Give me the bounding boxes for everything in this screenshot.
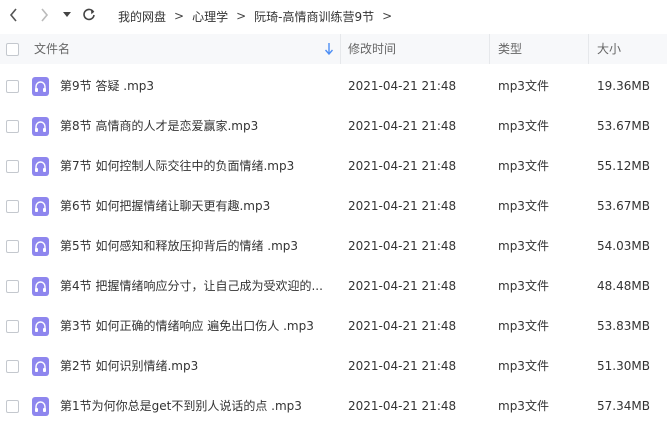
audio-headphones-icon — [32, 117, 49, 136]
file-size: 51.30MB — [597, 359, 650, 373]
breadcrumb-item-psychology[interactable]: 心理学 — [192, 8, 228, 25]
file-type: mp3文件 — [498, 239, 549, 253]
refresh-icon — [83, 8, 95, 21]
file-name[interactable]: 第3节 如何正确的情绪响应 遍免出口伤人 .mp3 — [60, 306, 330, 346]
file-name[interactable]: 第7节 如何控制人际交往中的负面情绪.mp3 — [60, 146, 330, 186]
back-button[interactable] — [4, 4, 24, 26]
breadcrumb-separator[interactable]: > — [382, 9, 392, 23]
refresh-button[interactable] — [79, 4, 99, 26]
file-row[interactable]: 第8节 高情商的人才是恋爱赢家.mp3 2021-04-21 21:48 mp3文件… — [0, 106, 667, 146]
file-modified-time: 2021-04-21 21:48 — [348, 159, 457, 173]
file-modified-time: 2021-04-21 21:48 — [348, 319, 457, 333]
file-name[interactable]: 第8节 高情商的人才是恋爱赢家.mp3 — [60, 106, 330, 146]
audio-headphones-icon — [32, 157, 49, 176]
row-checkbox[interactable] — [6, 360, 19, 373]
column-divider[interactable] — [340, 34, 341, 64]
column-header-name[interactable]: 文件名 — [34, 34, 70, 64]
file-row[interactable]: 第2节 如何识别情绪.mp3 2021-04-21 21:48 mp3文件 51.30… — [0, 346, 667, 386]
file-row[interactable]: 第7节 如何控制人际交往中的负面情绪.mp3 2021-04-21 21:48 mp… — [0, 146, 667, 186]
forward-button[interactable] — [34, 4, 54, 26]
file-modified-time: 2021-04-21 21:48 — [348, 239, 457, 253]
file-name[interactable]: 第5节 如何感知和释放压抑背后的情绪 .mp3 — [60, 226, 330, 266]
chevron-left-icon — [9, 8, 17, 22]
row-checkbox[interactable] — [6, 160, 19, 173]
file-row[interactable]: 第3节 如何正确的情绪响应 遍免出口伤人 .mp3 2021-04-21 21:4… — [0, 306, 667, 346]
file-size: 54.03MB — [597, 239, 650, 253]
row-checkbox[interactable] — [6, 120, 19, 133]
file-type: mp3文件 — [498, 119, 549, 133]
column-header-modified[interactable]: 修改时间 — [348, 34, 396, 64]
file-name[interactable]: 第2节 如何识别情绪.mp3 — [60, 346, 330, 386]
row-checkbox[interactable] — [6, 400, 19, 413]
file-size: 48.48MB — [597, 279, 650, 293]
audio-headphones-icon — [32, 277, 49, 296]
audio-headphones-icon — [32, 357, 49, 376]
file-modified-time: 2021-04-21 21:48 — [348, 359, 457, 373]
breadcrumb-item-current-folder[interactable]: 阮琦-高情商训练营9节 — [254, 8, 374, 25]
file-size: 19.36MB — [597, 79, 650, 93]
file-name[interactable]: 第1节为何你总是get不到别人说话的点 .mp3 — [60, 386, 330, 426]
column-divider[interactable] — [489, 34, 490, 64]
file-type: mp3文件 — [498, 359, 549, 373]
history-dropdown-button[interactable] — [60, 4, 74, 26]
file-row[interactable]: 第5节 如何感知和释放压抑背后的情绪 .mp3 2021-04-21 21:48 m… — [0, 226, 667, 266]
breadcrumb-separator: > — [174, 9, 185, 23]
file-type: mp3文件 — [498, 159, 549, 173]
audio-headphones-icon — [32, 397, 49, 416]
file-modified-time: 2021-04-21 21:48 — [348, 119, 457, 133]
file-size: 53.67MB — [597, 199, 650, 213]
caret-down-icon — [63, 12, 71, 17]
audio-headphones-icon — [32, 77, 49, 96]
file-row[interactable]: 第9节 答疑 .mp3 2021-04-21 21:48 mp3文件 19.36MB — [0, 66, 667, 106]
row-checkbox[interactable] — [6, 200, 19, 213]
select-all-checkbox[interactable] — [6, 43, 19, 56]
file-size: 53.67MB — [597, 119, 650, 133]
file-type: mp3文件 — [498, 279, 549, 293]
file-name[interactable]: 第9节 答疑 .mp3 — [60, 66, 330, 106]
file-type: mp3文件 — [498, 79, 549, 93]
file-modified-time: 2021-04-21 21:48 — [348, 279, 457, 293]
file-type: mp3文件 — [498, 319, 549, 333]
column-header-type[interactable]: 类型 — [498, 34, 522, 64]
file-name[interactable]: 第4节 把握情绪响应分寸，让自己成为受欢迎的... — [60, 266, 330, 306]
file-type: mp3文件 — [498, 399, 549, 413]
file-modified-time: 2021-04-21 21:48 — [348, 79, 457, 93]
chevron-right-icon — [41, 8, 49, 22]
breadcrumb: 我的网盘 > 心理学 > 阮琦-高情商训练营9节 > — [118, 0, 400, 32]
file-name[interactable]: 第6节 如何把握情绪让聊天更有趣.mp3 — [60, 186, 330, 226]
file-type: mp3文件 — [498, 199, 549, 213]
row-checkbox[interactable] — [6, 80, 19, 93]
breadcrumb-item-my-drive[interactable]: 我的网盘 — [118, 8, 166, 25]
audio-headphones-icon — [32, 197, 49, 216]
file-size: 53.83MB — [597, 319, 650, 333]
column-divider[interactable] — [588, 34, 589, 64]
file-list-header: 文件名 修改时间 类型 大小 — [0, 34, 667, 64]
navigation-bar: 我的网盘 > 心理学 > 阮琦-高情商训练营9节 > — [0, 0, 667, 32]
row-checkbox[interactable] — [6, 320, 19, 333]
column-header-size[interactable]: 大小 — [597, 34, 621, 64]
audio-headphones-icon — [32, 317, 49, 336]
row-checkbox[interactable] — [6, 240, 19, 253]
file-size: 55.12MB — [597, 159, 650, 173]
file-modified-time: 2021-04-21 21:48 — [348, 399, 457, 413]
file-row[interactable]: 第4节 把握情绪响应分寸，让自己成为受欢迎的... 2021-04-21 21:4… — [0, 266, 667, 306]
file-row[interactable]: 第1节为何你总是get不到别人说话的点 .mp3 2021-04-21 21:48… — [0, 386, 667, 426]
file-modified-time: 2021-04-21 21:48 — [348, 199, 457, 213]
sort-down-arrow-icon[interactable] — [325, 43, 333, 55]
file-row[interactable]: 第6节 如何把握情绪让聊天更有趣.mp3 2021-04-21 21:48 mp3文… — [0, 186, 667, 226]
row-checkbox[interactable] — [6, 280, 19, 293]
audio-headphones-icon — [32, 237, 49, 256]
breadcrumb-separator: > — [236, 9, 247, 23]
file-size: 57.34MB — [597, 399, 650, 413]
